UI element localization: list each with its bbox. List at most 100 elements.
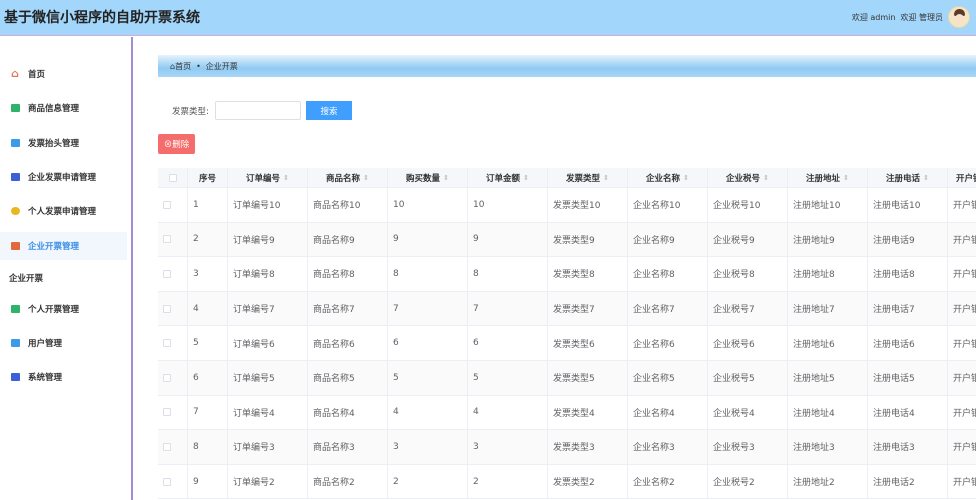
table-row[interactable]: 5 订单编号6 商品名称6 6 6 发票类型6 企业名称6 企业税号6 注册地址6 注册电话6 开户…	[158, 326, 976, 361]
table-row[interactable]: 3 订单编号8 商品名称8 8 8 发票类型8 企业名称8 企业税号8 注册地址8 注册电话8 开户…	[158, 257, 976, 292]
column-header-label: 商品名称	[326, 173, 361, 184]
coin-icon	[11, 207, 20, 215]
sidebar-item[interactable]: 个人发票申请管理	[0, 197, 127, 225]
table-cell: 订单编号4	[228, 395, 308, 430]
sidebar-item[interactable]: 发票抬头管理	[0, 129, 127, 157]
goods-icon	[11, 104, 20, 112]
row-checkbox[interactable]	[163, 408, 171, 417]
table-cell: 7	[468, 291, 548, 326]
table-cell: 注册电话3	[868, 430, 948, 464]
select-all-checkbox[interactable]	[168, 173, 177, 182]
table-cell: 企业名称6	[628, 326, 708, 360]
table-header: 序号 订单编号 ⇕ 商品名称 ⇕ 购买数量 ⇕ 订单金额 ⇕ 发票类型 ⇕ 企业名称 ⇕ 企业税号 ⇕ 注册地…	[158, 168, 976, 188]
sort-icon[interactable]: ⇕	[683, 174, 689, 182]
table-cell: 注册电话6	[868, 326, 948, 360]
sort-icon[interactable]: ⇕	[923, 174, 929, 182]
row-checkbox[interactable]	[163, 235, 171, 244]
table-cell: 注册地址3	[788, 430, 868, 464]
table-row[interactable]: 4 订单编号7 商品名称7 7 7 发票类型7 企业名称7 企业税号7 注册地址7 注册电话7 开户…	[158, 291, 976, 327]
sidebar-item[interactable]: 商品信息管理	[0, 94, 127, 122]
table-cell: 企业名称8	[628, 257, 708, 291]
checkbox-cell	[158, 326, 188, 360]
sort-icon[interactable]: ⇕	[283, 174, 289, 182]
table-row[interactable]: 7 订单编号4 商品名称4 4 4 发票类型4 企业名称4 企业税号4 注册地址4 注册电话4 开户…	[158, 395, 976, 431]
table-cell: 订单编号3	[228, 430, 308, 464]
table-cell: 注册地址9	[788, 222, 868, 257]
table-row[interactable]: 1 订单编号10 商品名称10 10 10 发票类型10 企业名称10 企业税号10 注册地址1…	[158, 188, 976, 223]
column-header[interactable]: 订单金额 ⇕	[468, 168, 548, 187]
sort-icon[interactable]: ⇕	[843, 174, 849, 182]
column-header[interactable]: 商品名称 ⇕	[308, 168, 388, 187]
column-header[interactable]: 发票类型 ⇕	[548, 168, 628, 187]
table-cell: 9	[188, 464, 228, 499]
welcome-text: 欢迎 admin	[851, 12, 896, 22]
checkbox-cell	[158, 395, 188, 430]
sidebar-item[interactable]: 企业开票管理	[0, 232, 127, 260]
breadcrumb-home[interactable]: 首页	[175, 61, 191, 72]
invoice-type-search-input[interactable]	[215, 101, 301, 120]
table-cell: 发票类型2	[548, 464, 628, 499]
sidebar-item[interactable]: ⌂ 首页	[0, 60, 127, 88]
avatar[interactable]	[948, 6, 970, 28]
search-button[interactable]: 搜索	[306, 101, 352, 120]
column-header[interactable]: 订单编号 ⇕	[228, 168, 308, 187]
row-checkbox[interactable]	[163, 373, 171, 382]
delete-button[interactable]: ⊗删除	[158, 134, 195, 154]
table-cell: 3	[188, 257, 228, 291]
column-header[interactable]: 序号	[188, 168, 228, 187]
table-row[interactable]: 8 订单编号3 商品名称3 3 3 发票类型3 企业名称3 企业税号3 注册地址3 注册电话3 开户…	[158, 430, 976, 465]
row-checkbox[interactable]	[163, 339, 171, 348]
user-info: 欢迎 admin 欢迎 管理员	[852, 6, 970, 28]
row-checkbox[interactable]	[163, 442, 171, 451]
column-header-label: 注册电话	[886, 173, 921, 184]
row-checkbox[interactable]	[163, 477, 171, 486]
table-cell: 注册地址7	[788, 291, 868, 326]
sort-icon[interactable]: ⇕	[523, 174, 529, 182]
table-cell: 注册电话10	[868, 188, 948, 222]
table-cell: 8	[188, 430, 228, 464]
table-cell: 企业税号2	[708, 464, 788, 499]
table-cell: 商品名称2	[308, 464, 388, 499]
column-header[interactable]: 企业名称 ⇕	[628, 168, 708, 187]
mail-icon	[11, 242, 20, 250]
column-header[interactable]: 注册地址 ⇕	[788, 168, 868, 187]
role-text: 欢迎 管理员	[900, 12, 943, 22]
table-cell: 企业名称5	[628, 360, 708, 395]
sort-icon[interactable]: ⇕	[603, 174, 609, 182]
sort-icon[interactable]: ⇕	[443, 174, 449, 182]
table-cell: 订单编号9	[228, 222, 308, 257]
select-all-cell	[158, 168, 188, 187]
table-cell: 4	[388, 395, 468, 430]
sidebar-item[interactable]: 用户管理	[0, 329, 127, 357]
column-header-label: 开户银行	[956, 173, 976, 184]
sort-icon[interactable]: ⇕	[763, 174, 769, 182]
table-cell: 注册电话7	[868, 291, 948, 326]
row-checkbox[interactable]	[163, 200, 171, 209]
table-row[interactable]: 9 订单编号2 商品名称2 2 2 发票类型2 企业名称2 企业税号2 注册地址2 注册电话2 开户…	[158, 464, 976, 500]
app-title: 基于微信小程序的自助开票系统	[4, 10, 200, 26]
invoice-table: 序号 订单编号 ⇕ 商品名称 ⇕ 购买数量 ⇕ 订单金额 ⇕ 发票类型 ⇕ 企业名称 ⇕ 企业税号 ⇕ 注册地…	[158, 168, 976, 500]
table-cell: 注册电话9	[868, 222, 948, 257]
table-row[interactable]: 6 订单编号5 商品名称5 5 5 发票类型5 企业名称5 企业税号5 注册地址5 注册电话5 开户…	[158, 360, 976, 396]
sidebar-item[interactable]: 系统管理	[0, 363, 127, 391]
table-cell: 3	[468, 430, 548, 464]
table-cell: 发票类型6	[548, 326, 628, 360]
table-cell: 注册电话8	[868, 257, 948, 291]
table-cell: 发票类型10	[548, 188, 628, 222]
table-cell: 注册地址6	[788, 326, 868, 360]
column-header[interactable]: 企业税号 ⇕	[708, 168, 788, 187]
table-cell: 10	[468, 188, 548, 222]
sidebar-item[interactable]: 企业发票申请管理	[0, 163, 127, 191]
sort-icon[interactable]: ⇕	[363, 174, 369, 182]
column-header[interactable]: 注册电话 ⇕	[868, 168, 948, 187]
table-row[interactable]: 2 订单编号9 商品名称9 9 9 发票类型9 企业名称9 企业税号9 注册地址9 注册电话9 开户…	[158, 222, 976, 258]
table-cell: 商品名称6	[308, 326, 388, 360]
sidebar-item-label: 首页	[28, 70, 46, 80]
column-header[interactable]: 购买数量 ⇕	[388, 168, 468, 187]
column-header[interactable]: 开户银行⇕	[948, 168, 976, 187]
row-checkbox[interactable]	[163, 269, 171, 278]
book-icon	[11, 173, 20, 181]
sidebar-item[interactable]: 个人开票管理	[0, 295, 127, 323]
table-cell: 发票类型9	[548, 222, 628, 257]
row-checkbox[interactable]	[163, 304, 171, 313]
